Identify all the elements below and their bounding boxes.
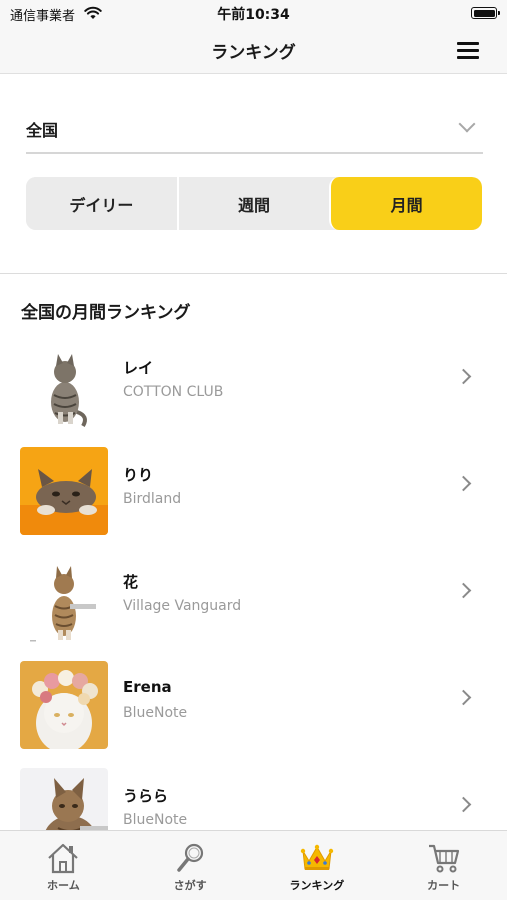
cart-icon (428, 844, 459, 873)
cat-name: 花 (123, 573, 139, 591)
chevron-down-icon (458, 115, 476, 133)
venue-name: BlueNote (123, 705, 188, 721)
region-select-value: 全国 (26, 121, 59, 140)
cat-photo-tabby-profile (20, 768, 108, 830)
tab-search[interactable]: さがす (127, 831, 254, 900)
tab-weekly[interactable]: 週間 (176, 177, 330, 230)
tab-ranking[interactable]: ランキング (254, 831, 381, 900)
chevron-right-icon (455, 368, 472, 385)
tab-home-label: ホーム (47, 879, 80, 892)
cat-photo-tabby-sitting (20, 340, 108, 428)
cat-photo-tabby-standing (20, 554, 108, 642)
tab-cart-label: カート (427, 879, 461, 892)
crown-icon (300, 844, 334, 870)
ranking-list: レイ COTTON CLUB りり Birdland 花 Village Van… (0, 333, 507, 830)
cat-photo-flower-crown (20, 661, 108, 749)
tab-cart[interactable]: カート (380, 831, 507, 900)
hamburger-menu-icon[interactable] (457, 42, 479, 59)
status-time: 午前10:34 (217, 7, 290, 23)
cat-name: うらら (123, 787, 169, 805)
tab-home[interactable]: ホーム (0, 831, 127, 900)
ranking-item[interactable]: りり Birdland (0, 440, 507, 547)
battery-icon (471, 7, 500, 19)
navigation-bar: ランキング (0, 26, 507, 74)
tab-daily[interactable]: デイリー (26, 177, 177, 230)
cat-photo-orange-background (20, 447, 108, 535)
chevron-right-icon (455, 689, 472, 706)
region-select[interactable]: 全国 (26, 104, 483, 154)
venue-name: COTTON CLUB (123, 384, 224, 400)
bottom-tab-bar: ホーム さがす ランキング カート (0, 830, 507, 900)
cat-name: りり (123, 466, 154, 484)
tab-monthly[interactable]: 月間 (329, 177, 482, 230)
search-icon (177, 843, 204, 872)
cat-name: レイ (123, 359, 154, 377)
venue-name: Village Vanguard (123, 598, 242, 614)
tab-search-label: さがす (173, 879, 207, 892)
cat-name: Erena (123, 678, 172, 696)
chevron-right-icon (455, 475, 472, 492)
chevron-right-icon (455, 796, 472, 813)
period-segmented-control: デイリー 週間 月間 (26, 177, 482, 230)
ranking-item[interactable]: レイ COTTON CLUB (0, 333, 507, 440)
ranking-item[interactable]: 花 Village Vanguard (0, 547, 507, 654)
home-icon (48, 843, 79, 874)
section-title: 全国の月間ランキング (21, 303, 191, 323)
ranking-item[interactable]: Erena BlueNote (0, 654, 507, 761)
ranking-item[interactable]: うらら BlueNote (0, 761, 507, 830)
venue-name: Birdland (123, 491, 182, 507)
venue-name: BlueNote (123, 812, 188, 828)
status-bar: 通信事業者 午前10:34 (0, 0, 507, 26)
section-divider (0, 273, 507, 274)
page-title: ランキング (211, 43, 296, 63)
tab-ranking-label: ランキング (289, 879, 345, 892)
chevron-right-icon (455, 582, 472, 599)
